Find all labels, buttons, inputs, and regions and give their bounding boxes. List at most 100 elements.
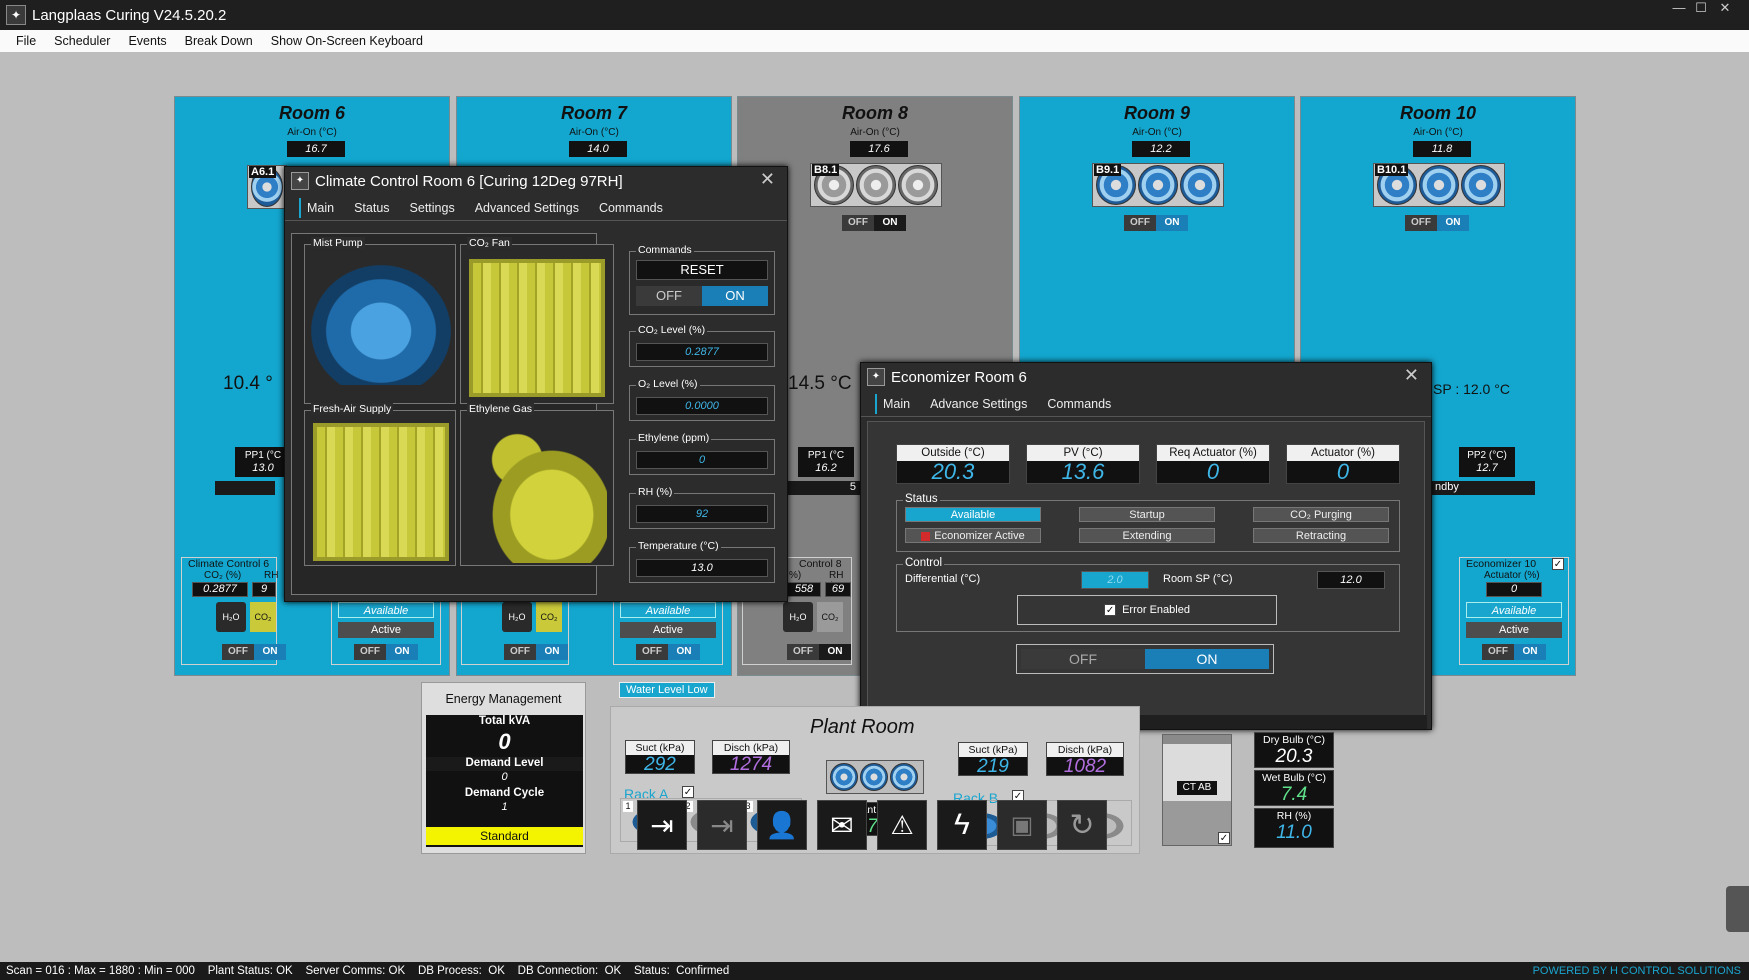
on-option[interactable]: ON xyxy=(536,644,568,660)
on-option[interactable]: ON xyxy=(668,644,700,660)
off-option[interactable]: OFF xyxy=(1405,215,1437,231)
on-option[interactable]: ON xyxy=(1156,215,1188,231)
tab-status[interactable]: Status xyxy=(352,198,391,218)
on-option[interactable]: ON xyxy=(1514,644,1546,660)
climate-onoff-toggle[interactable]: OFF ON xyxy=(504,644,568,660)
fan-bank[interactable]: A6.1 xyxy=(247,165,287,209)
menu-events[interactable]: Events xyxy=(128,34,166,48)
alarm-button[interactable]: ⚠ xyxy=(877,800,927,850)
menu-on-screen-keyboard[interactable]: Show On-Screen Keyboard xyxy=(271,34,423,48)
co2-fan-panel[interactable]: CO₂ Fan xyxy=(460,237,614,404)
window-title: Langplaas Curing V24.5.20.2 xyxy=(32,6,227,24)
tab-main[interactable]: Main xyxy=(299,197,336,218)
maximize-icon[interactable]: ☐ xyxy=(1690,0,1712,16)
economizer-onoff-toggle[interactable]: OFF ON xyxy=(1016,644,1274,674)
off-option[interactable]: OFF xyxy=(222,644,254,660)
off-option[interactable]: OFF xyxy=(354,644,386,660)
cooling-tower-icon[interactable]: CT AB xyxy=(1162,734,1232,846)
outdoor-rh-readout: RH (%) 11.0 xyxy=(1254,808,1334,848)
tab-main[interactable]: Main xyxy=(875,393,912,414)
on-option[interactable]: ON xyxy=(1145,649,1269,669)
on-option[interactable]: ON xyxy=(386,644,418,660)
climate-control-dialog[interactable]: ✦ Climate Control Room 6 [Curing 12Deg 97… xyxy=(284,166,788,602)
climate-onoff-toggle[interactable]: OFF ON xyxy=(787,644,851,660)
suction-label: Suct (kPa) xyxy=(626,741,694,755)
tab-advanced-settings[interactable]: Advanced Settings xyxy=(473,198,581,218)
co2-fan-icon[interactable]: CO₂ xyxy=(536,602,562,632)
rack-a-checkbox[interactable]: ✓ xyxy=(682,786,694,798)
on-option[interactable]: ON xyxy=(874,215,906,231)
ethylene-gas-panel[interactable]: Ethylene Gas xyxy=(460,403,614,566)
economizer-widget[interactable]: Economizer 10 ✓ Actuator (%) 0 Available… xyxy=(1459,557,1569,665)
on-option[interactable]: ON xyxy=(254,644,286,660)
fresh-air-panel[interactable]: Fresh-Air Supply xyxy=(304,403,456,566)
rack-a-suction: Suct (kPa) 292 xyxy=(625,740,695,775)
tab-commands[interactable]: Commands xyxy=(1045,394,1113,414)
fan-onoff-toggle[interactable]: OFF ON xyxy=(842,215,906,231)
on-option[interactable]: ON xyxy=(819,644,851,660)
fan-bank[interactable]: B8.1 xyxy=(810,163,942,207)
off-option[interactable]: OFF xyxy=(1124,215,1156,231)
error-enabled-checkbox[interactable]: ✓ xyxy=(1104,604,1117,616)
room-sp-input[interactable]: 12.0 xyxy=(1317,571,1385,589)
mail-button[interactable]: ✉ xyxy=(817,800,867,850)
h2o-pump-icon[interactable]: H₂O xyxy=(216,602,246,632)
climate-control-widget[interactable]: Climate Control 6 CO₂ (%) RH 0.2877 9 H₂… xyxy=(181,557,286,665)
active-status: Active xyxy=(620,622,716,638)
economizer-dialog[interactable]: ✦ Economizer Room 6 ✕ Main Advance Settin… xyxy=(860,362,1432,730)
side-panel-handle[interactable] xyxy=(1726,886,1749,932)
off-option[interactable]: OFF xyxy=(1021,649,1145,669)
off-option[interactable]: OFF xyxy=(504,644,536,660)
refresh-button[interactable]: ↻ xyxy=(1057,800,1107,850)
fan-bank[interactable]: B9.1 xyxy=(1092,163,1224,207)
login-button[interactable]: ⇥ xyxy=(637,800,687,850)
h2o-pump-icon[interactable]: H₂O xyxy=(502,602,532,632)
co2-fan-icon[interactable]: CO₂ xyxy=(817,602,843,632)
economizer-onoff-toggle[interactable]: OFF ON xyxy=(1482,644,1546,660)
economizer-onoff-toggle[interactable]: OFF ON xyxy=(636,644,700,660)
minimize-icon[interactable]: — xyxy=(1668,0,1690,16)
cc-label: Control 8 xyxy=(799,558,842,570)
ethylene-label: Ethylene (ppm) xyxy=(636,432,712,444)
energy-title: Energy Management xyxy=(445,692,562,706)
menu-break-down[interactable]: Break Down xyxy=(185,34,253,48)
off-option[interactable]: OFF xyxy=(842,215,874,231)
fan-bank[interactable]: B10.1 xyxy=(1373,163,1505,207)
close-icon[interactable]: ✕ xyxy=(760,169,775,190)
off-option[interactable]: OFF xyxy=(1482,644,1514,660)
reset-button[interactable]: RESET xyxy=(636,260,768,280)
fan-icon xyxy=(890,763,918,791)
menu-file[interactable]: File xyxy=(16,34,36,48)
retracting-status: Retracting xyxy=(1253,528,1389,543)
tab-settings[interactable]: Settings xyxy=(408,198,457,218)
economizer-onoff-toggle[interactable]: OFF ON xyxy=(354,644,418,660)
plant-fan-bank[interactable] xyxy=(826,760,924,794)
user-settings-button[interactable]: 👤 xyxy=(757,800,807,850)
co2-fan-icon[interactable]: CO₂ xyxy=(250,602,276,632)
mist-pump-panel[interactable]: Mist Pump xyxy=(304,237,456,404)
h2o-pump-icon[interactable]: H₂O xyxy=(783,602,813,632)
economizer-checkbox[interactable]: ✓ xyxy=(1552,558,1564,570)
command-onoff-toggle[interactable]: OFF ON xyxy=(636,286,768,306)
cooling-tower-checkbox[interactable]: ✓ xyxy=(1218,832,1230,844)
error-enabled-control[interactable]: ✓ Error Enabled xyxy=(1017,595,1277,625)
climate-onoff-toggle[interactable]: OFF ON xyxy=(222,644,286,660)
menu-scheduler[interactable]: Scheduler xyxy=(54,34,110,48)
off-option[interactable]: OFF xyxy=(636,644,668,660)
co2-label: %) xyxy=(789,570,802,581)
power-button[interactable]: ϟ xyxy=(937,800,987,850)
off-option[interactable]: OFF xyxy=(787,644,819,660)
fan-icon xyxy=(830,763,858,791)
close-icon[interactable]: ✕ xyxy=(1714,0,1736,16)
logout-button[interactable]: ⇥ xyxy=(697,800,747,850)
fan-onoff-toggle[interactable]: OFF ON xyxy=(1124,215,1188,231)
save-button[interactable]: ▣ xyxy=(997,800,1047,850)
close-icon[interactable]: ✕ xyxy=(1404,365,1419,386)
on-option[interactable]: ON xyxy=(702,286,768,306)
differential-input[interactable]: 2.0 xyxy=(1081,571,1149,589)
fan-onoff-toggle[interactable]: OFF ON xyxy=(1405,215,1469,231)
tab-advance-settings[interactable]: Advance Settings xyxy=(928,394,1029,414)
on-option[interactable]: ON xyxy=(1437,215,1469,231)
off-option[interactable]: OFF xyxy=(636,286,702,306)
tab-commands[interactable]: Commands xyxy=(597,198,665,218)
